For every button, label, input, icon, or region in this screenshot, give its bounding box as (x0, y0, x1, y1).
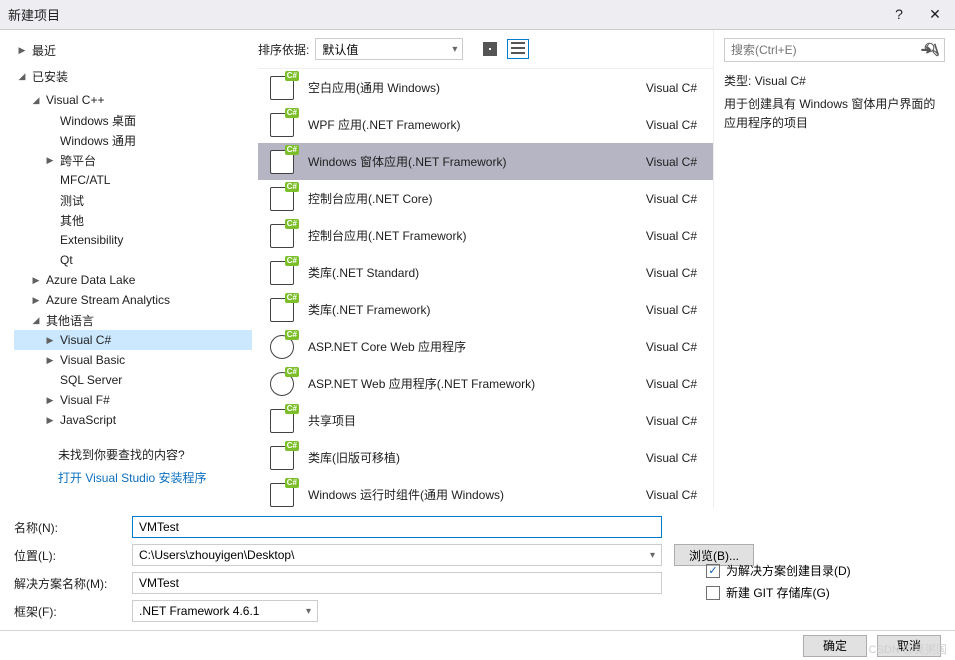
tree-item[interactable]: ▶JavaScript (14, 410, 252, 430)
template-icon (270, 446, 294, 470)
template-name: 共享项目 (308, 412, 646, 429)
template-icon (270, 187, 294, 211)
template-name: 类库(.NET Standard) (308, 264, 646, 281)
template-row[interactable]: Windows 运行时组件(通用 Windows)Visual C# (258, 476, 713, 508)
framework-label: 框架(F): (14, 603, 132, 620)
tree-item[interactable]: ▶Qt (14, 250, 252, 270)
template-name: ASP.NET Core Web 应用程序 (308, 338, 646, 355)
checkbox-unchecked-icon (706, 586, 720, 600)
tree-item[interactable]: ▶Visual Basic (14, 350, 252, 370)
close-icon[interactable]: ✕ (923, 6, 947, 23)
tree-installed[interactable]: ◢已安装 (14, 66, 252, 86)
type-label: 类型: Visual C# (724, 72, 945, 89)
sort-select[interactable]: 默认值 (315, 38, 463, 60)
tree-visual-csharp[interactable]: ▶Visual C# (14, 330, 252, 350)
template-name: 类库(旧版可移植) (308, 449, 646, 466)
view-tiles-icon[interactable] (479, 39, 501, 59)
template-icon (270, 409, 294, 433)
window-title: 新建项目 (8, 5, 887, 24)
template-icon (270, 261, 294, 285)
tree-item[interactable]: ▶跨平台 (14, 150, 252, 170)
template-row[interactable]: WPF 应用(.NET Framework)Visual C# (258, 106, 713, 143)
framework-combo[interactable]: .NET Framework 4.6.1 (132, 600, 318, 622)
template-row[interactable]: 控制台应用(.NET Framework)Visual C# (258, 217, 713, 254)
template-icon (270, 335, 294, 359)
template-type: Visual C# (646, 377, 701, 391)
template-icon (270, 372, 294, 396)
tree-other-lang[interactable]: ◢其他语言 (14, 310, 252, 330)
template-name: 控制台应用(.NET Core) (308, 190, 646, 207)
name-label: 名称(N): (14, 519, 132, 536)
name-input[interactable] (132, 516, 662, 538)
checkbox-checked-icon: ✓ (706, 564, 720, 578)
template-type: Visual C# (646, 451, 701, 465)
template-type: Visual C# (646, 155, 701, 169)
template-row[interactable]: 类库(.NET Framework)Visual C# (258, 291, 713, 328)
template-type: Visual C# (646, 81, 701, 95)
template-row[interactable]: 共享项目Visual C# (258, 402, 713, 439)
template-row[interactable]: 类库(.NET Standard)Visual C# (258, 254, 713, 291)
template-icon (270, 298, 294, 322)
search-magnify-icon[interactable]: 🔍︎ (923, 42, 940, 58)
template-icon (270, 483, 294, 507)
tree-azure-stream[interactable]: ▶Azure Stream Analytics (14, 290, 252, 310)
template-description: 用于创建具有 Windows 窗体用户界面的应用程序的项目 (724, 95, 945, 133)
template-icon (270, 224, 294, 248)
template-type: Visual C# (646, 414, 701, 428)
template-icon (270, 150, 294, 174)
template-name: Windows 运行时组件(通用 Windows) (308, 486, 646, 503)
template-type: Visual C# (646, 340, 701, 354)
template-row[interactable]: ASP.NET Core Web 应用程序Visual C# (258, 328, 713, 365)
solution-input[interactable] (132, 572, 662, 594)
tree-vcpp[interactable]: ◢Visual C++ (14, 90, 252, 110)
template-type: Visual C# (646, 192, 701, 206)
create-git-checkbox[interactable]: 新建 GIT 存储库(G) (706, 584, 851, 601)
template-icon (270, 76, 294, 100)
template-row[interactable]: 空白应用(通用 Windows)Visual C# (258, 69, 713, 106)
tree-item[interactable]: ▶Windows 桌面 (14, 110, 252, 130)
template-name: WPF 应用(.NET Framework) (308, 116, 646, 133)
template-type: Visual C# (646, 303, 701, 317)
view-list-icon[interactable] (507, 39, 529, 59)
sidebar: ▶最近 ◢已安装 ◢Visual C++ ▶Windows 桌面 ▶Window… (0, 30, 258, 508)
template-list: 空白应用(通用 Windows)Visual C#WPF 应用(.NET Fra… (258, 68, 713, 508)
tree-item[interactable]: ▶Windows 通用 (14, 130, 252, 150)
template-name: 类库(.NET Framework) (308, 301, 646, 318)
template-icon (270, 113, 294, 137)
not-found-text: 未找到你要查找的内容? (14, 440, 252, 467)
location-label: 位置(L): (14, 547, 132, 564)
open-installer-link[interactable]: 打开 Visual Studio 安装程序 (14, 467, 252, 486)
template-name: Windows 窗体应用(.NET Framework) (308, 153, 646, 170)
template-row[interactable]: 类库(旧版可移植)Visual C# (258, 439, 713, 476)
template-row[interactable]: ASP.NET Web 应用程序(.NET Framework)Visual C… (258, 365, 713, 402)
sort-label: 排序依据: (258, 41, 309, 58)
template-row[interactable]: 控制台应用(.NET Core)Visual C# (258, 180, 713, 217)
tree-item[interactable]: ▶SQL Server (14, 370, 252, 390)
ok-button[interactable]: 确定 (803, 635, 867, 657)
template-name: 控制台应用(.NET Framework) (308, 227, 646, 244)
help-icon[interactable]: ? (887, 6, 911, 23)
tree-item[interactable]: ▶其他 (14, 210, 252, 230)
template-name: 空白应用(通用 Windows) (308, 79, 646, 96)
template-row[interactable]: Windows 窗体应用(.NET Framework)Visual C# (258, 143, 713, 180)
cancel-button[interactable]: 取消 (877, 635, 941, 657)
tree-recent[interactable]: ▶最近 (14, 40, 252, 60)
template-name: ASP.NET Web 应用程序(.NET Framework) (308, 375, 646, 392)
template-type: Visual C# (646, 488, 701, 502)
tree-item[interactable]: ▶测试 (14, 190, 252, 210)
location-combo[interactable]: C:\Users\zhouyigen\Desktop\ (132, 544, 662, 566)
template-type: Visual C# (646, 229, 701, 243)
template-type: Visual C# (646, 266, 701, 280)
create-dir-checkbox[interactable]: ✓ 为解决方案创建目录(D) (706, 562, 851, 579)
tree-item[interactable]: ▶MFC/ATL (14, 170, 252, 190)
tree-azure-data[interactable]: ▶Azure Data Lake (14, 270, 252, 290)
tree-item[interactable]: ▶Extensibility (14, 230, 252, 250)
search-input[interactable] (724, 38, 945, 62)
tree-item[interactable]: ▶Visual F# (14, 390, 252, 410)
solution-label: 解决方案名称(M): (14, 575, 132, 592)
template-type: Visual C# (646, 118, 701, 132)
